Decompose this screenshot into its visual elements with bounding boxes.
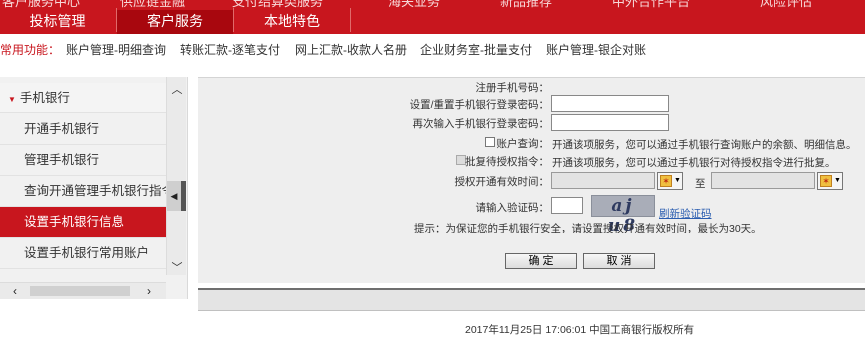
triangle-down-icon: ▼ [8, 95, 16, 104]
mobile-banking-settings-form: 注册手机号码： 设置/重置手机银行登录密码： 再次输入手机银行登录密码： 账户查… [198, 77, 865, 236]
reenter-password-label: 再次输入手机银行登录密码： [412, 118, 550, 130]
top-nav-row-upper: 客户服务中心 供应链金融 支付结算类服务 海关业务 新品推荐 中外合作平台 风险… [0, 0, 865, 9]
dropdown-arrow-icon: ▼ [834, 177, 841, 184]
refresh-captcha-link[interactable]: 刷新验证码 [659, 206, 712, 221]
nav-tab-local-features[interactable]: 本地特色 [234, 10, 350, 34]
captcha-label: 请输入验证码： [475, 202, 550, 214]
top-nav-item[interactable]: 供应链金融 [120, 0, 185, 10]
common-link-batch-pay[interactable]: 企业财务室-批量支付 [420, 38, 532, 62]
nav-tab-customer-service[interactable]: 客户服务 [117, 10, 233, 34]
nav-tab-bid-management[interactable]: 投标管理 [0, 10, 115, 34]
confirm-button[interactable]: 确 定 [505, 253, 577, 269]
sidebar-item-query-instructions[interactable]: 查询开通管理手机银行指令 [0, 176, 166, 207]
common-link-reconciliation[interactable]: 账户管理-银企对账 [546, 38, 646, 62]
captcha-image: aj u8 [591, 195, 655, 236]
divider [198, 310, 865, 311]
account-query-description: 开通该项服务，您可以通过手机银行查询账户的余额、明细信息。 [552, 139, 857, 151]
validity-start-input[interactable] [551, 172, 655, 189]
common-link-transfer[interactable]: 转账汇款-逐笔支付 [180, 38, 280, 62]
form-row-approve: 批复待授权指令： 开通该项服务，您可以通过手机银行对待授权指令进行批复。 [198, 152, 865, 170]
sidebar-group-mobile-banking[interactable]: ▼ 手机银行 [0, 83, 166, 113]
form-row-reenter-password: 再次输入手机银行登录密码： [198, 114, 865, 132]
approve-description: 开通该项服务，您可以通过手机银行对待授权指令进行批复。 [552, 157, 836, 169]
to-label: 至 [695, 178, 706, 190]
common-link-payee-list[interactable]: 网上汇款-收款人名册 [295, 38, 407, 62]
account-query-checkbox[interactable] [485, 137, 495, 147]
chevron-right-icon[interactable]: › [142, 284, 156, 298]
scrollbar-thumb[interactable] [30, 286, 130, 296]
chevron-down-icon[interactable]: ﹀ [170, 261, 184, 275]
common-link-account-details[interactable]: 账户管理-明细查询 [66, 38, 166, 62]
form-row-account-query: 账户查询： 开通该项服务，您可以通过手机银行查询账户的余额、明细信息。 [198, 134, 865, 152]
common-functions-label: 常用功能： [0, 43, 61, 57]
footer-copyright: 2017年11月25日 17:06:01 中国工商银行版权所有 [465, 324, 695, 336]
set-password-input[interactable] [551, 95, 669, 112]
form-row-captcha: 请输入验证码： aj u8 刷新验证码 [198, 195, 865, 236]
phone-label: 注册手机号码： [475, 82, 550, 94]
sidebar-horizontal-scrollbar[interactable]: ‹ › [0, 282, 166, 299]
top-nav-item[interactable]: 新品推荐 [500, 0, 552, 10]
calendar-icon: ✶ [820, 175, 832, 187]
captcha-input[interactable] [551, 197, 583, 214]
chevron-left-icon[interactable]: ‹ [8, 284, 22, 298]
sidebar-item-open-mobile-banking[interactable]: 开通手机银行 [0, 114, 166, 145]
sidebar-item-set-common-accounts[interactable]: 设置手机银行常用账户 [0, 238, 166, 269]
validity-label: 授权开通有效时间： [454, 176, 550, 188]
form-row-set-password: 设置/重置手机银行登录密码： [198, 95, 865, 113]
form-row-validity: 授权开通有效时间： ✶ ▼ 至 ✶ ▼ [198, 172, 865, 190]
calendar-start-button[interactable]: ✶ ▼ [657, 172, 683, 190]
validity-end-input[interactable] [711, 172, 815, 189]
dropdown-arrow-icon: ▼ [674, 177, 681, 184]
sidebar: ▼ 手机银行 开通手机银行 管理手机银行 查询开通管理手机银行指令 设置手机银行信… [0, 77, 188, 299]
top-nav-item[interactable]: 中外合作平台 [612, 0, 690, 10]
sidebar-vertical-scrollbar[interactable]: ︿ ◀ ﹀ [166, 77, 186, 275]
set-password-label: 设置/重置手机银行登录密码： [409, 99, 549, 111]
action-buttons: 确 定 取 消 [198, 233, 865, 283]
reenter-password-input[interactable] [551, 114, 669, 131]
gray-band [198, 290, 865, 310]
top-nav-item[interactable]: 支付结算类服务 [232, 0, 323, 10]
account-query-label: 账户查询： [496, 138, 550, 150]
approve-label: 批复待授权指令： [465, 156, 549, 168]
top-nav-item[interactable]: 客户服务中心 [2, 0, 80, 10]
calendar-end-button[interactable]: ✶ ▼ [817, 172, 843, 190]
sidebar-group-label: 手机银行 [19, 91, 70, 105]
sidebar-item-manage-mobile-banking[interactable]: 管理手机银行 [0, 145, 166, 176]
top-nav-item[interactable]: 风险评估 [760, 0, 812, 10]
nav-separator [350, 8, 351, 32]
cancel-button[interactable]: 取 消 [583, 253, 655, 269]
chevron-up-icon[interactable]: ︿ [170, 83, 184, 97]
form-row-phone: 注册手机号码： [198, 78, 865, 96]
caret-left-icon[interactable]: ◀ [167, 181, 181, 211]
common-functions-bar: 常用功能： 账户管理-明细查询 转账汇款-逐笔支付 网上汇款-收款人名册 企业财… [0, 38, 865, 62]
scrollbar-thumb[interactable] [181, 181, 186, 211]
calendar-icon: ✶ [660, 175, 672, 187]
top-nav-item[interactable]: 海关业务 [388, 0, 440, 10]
top-navigation: 客户服务中心 供应链金融 支付结算类服务 海关业务 新品推荐 中外合作平台 风险… [0, 0, 865, 34]
sidebar-item-set-mobile-info[interactable]: 设置手机银行信息 [0, 207, 166, 238]
